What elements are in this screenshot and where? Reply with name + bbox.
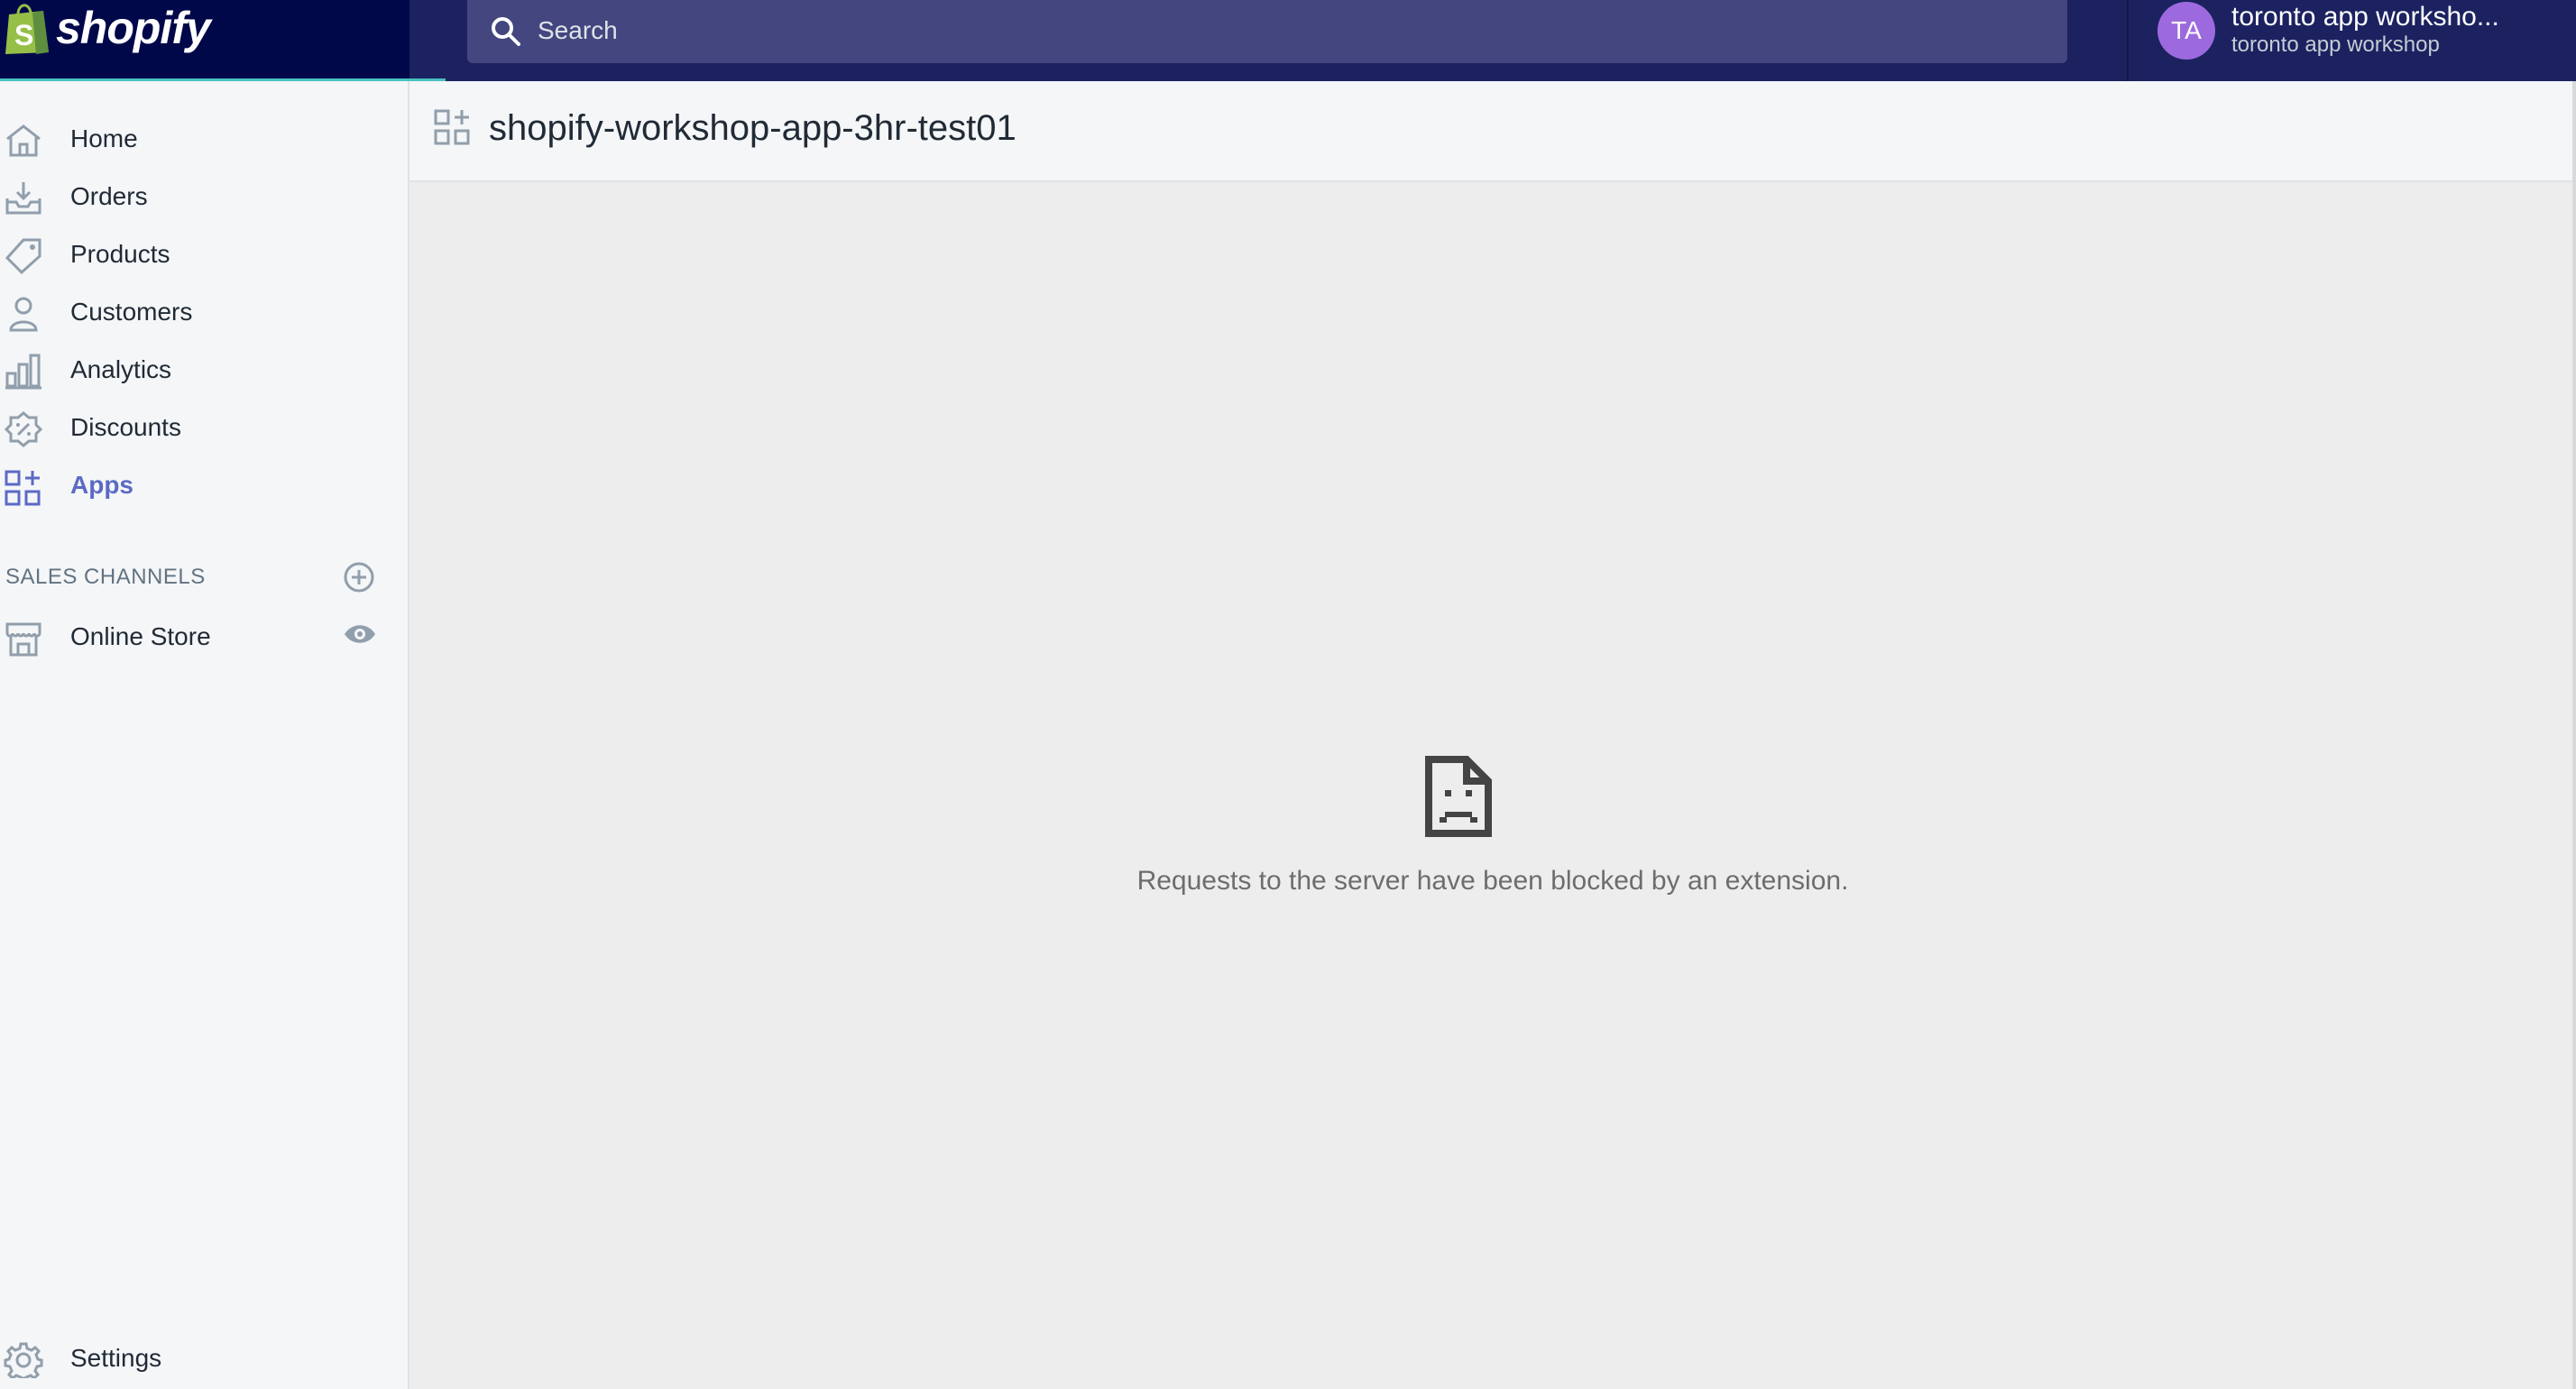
account-name: toronto app worksho... (2231, 2, 2499, 32)
store-icon (5, 622, 41, 657)
sidebar-item-label: Discounts (70, 413, 181, 441)
scrollbar-track[interactable] (2572, 81, 2576, 1389)
sales-channels-heading: SALES CHANNELS (5, 565, 206, 589)
sidebar-item-settings[interactable]: Settings (0, 1329, 408, 1387)
person-icon (9, 297, 38, 332)
sidebar-item-analytics[interactable]: Analytics (0, 341, 408, 399)
sidebar-item-discounts[interactable]: Discounts (0, 399, 408, 456)
search-bar[interactable]: Search (467, 0, 2067, 63)
eye-icon[interactable] (343, 621, 377, 648)
account-menu[interactable]: TA toronto app worksho... toronto app wo… (2127, 0, 2576, 81)
shopify-logo[interactable]: S shopify (0, 0, 409, 81)
add-circle-icon[interactable] (343, 561, 375, 593)
sidebar-item-label: Products (70, 240, 170, 268)
sidebar-item-label: Customers (70, 298, 193, 326)
svg-text:S: S (14, 19, 33, 51)
sidebar-item-customers[interactable]: Customers (0, 283, 408, 341)
sidebar-item-label: Orders (70, 182, 148, 210)
gear-icon (4, 1342, 43, 1378)
page-header: shopify-workshop-app-3hr-test01 (409, 81, 2576, 182)
shopping-bag-icon: S (5, 4, 49, 54)
sidebar-item-apps[interactable]: Apps (0, 456, 408, 514)
brand-name: shopify (56, 3, 211, 53)
error-message: Requests to the server have been blocked… (1136, 866, 1849, 896)
sidebar-item-home[interactable]: Home (0, 110, 408, 168)
tag-icon (5, 238, 41, 274)
main-content: shopify-workshop-app-3hr-test01 Requests… (409, 81, 2576, 1389)
sidebar-item-label: Settings (70, 1344, 162, 1372)
search-icon (492, 17, 520, 46)
apps-icon (434, 109, 470, 145)
apps-icon (5, 470, 41, 506)
sidebar-item-label: Analytics (70, 355, 172, 383)
orders-icon (5, 182, 41, 215)
sidebar: Home Orders Products Customers Analytics (0, 81, 409, 1389)
store-name: toronto app workshop (2231, 32, 2440, 57)
top-bar: S shopify Search TA toronto app worksho.… (0, 0, 2576, 82)
sad-document-icon (1425, 756, 1492, 837)
bar-chart-icon (5, 354, 41, 390)
page-title: shopify-workshop-app-3hr-test01 (489, 108, 1017, 148)
sidebar-item-orders[interactable]: Orders (0, 168, 408, 225)
avatar[interactable]: TA (2157, 2, 2215, 60)
sidebar-item-label: Home (70, 124, 138, 152)
discount-icon (4, 411, 43, 447)
sidebar-item-label: Online Store (70, 622, 211, 650)
sidebar-item-products[interactable]: Products (0, 225, 408, 283)
search-input[interactable]: Search (538, 16, 618, 45)
sidebar-item-label: Apps (70, 471, 133, 499)
home-icon (6, 124, 41, 157)
